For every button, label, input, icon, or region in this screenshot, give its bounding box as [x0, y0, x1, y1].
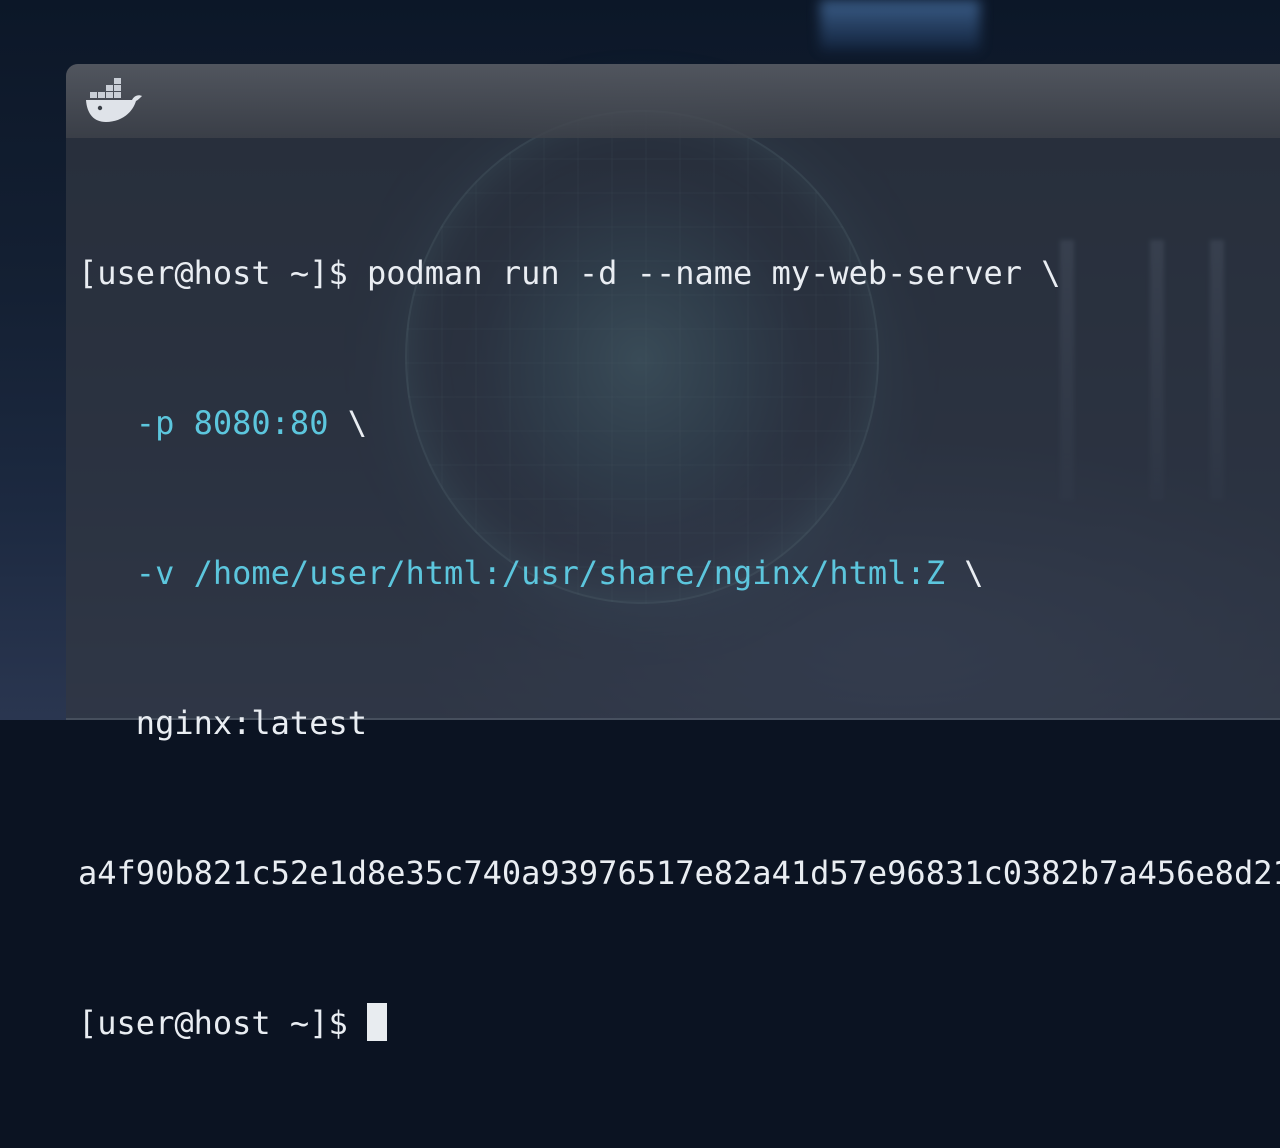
terminal-line: nginx:latest [78, 698, 1280, 748]
image-name: nginx:latest [135, 704, 367, 742]
line-continuation: \ [944, 554, 984, 592]
terminal-line: -p 8080:80 \ [78, 398, 1280, 448]
container-id-output: a4f90b821c52e1d8e35c740a93976517e82a41d5… [78, 854, 1280, 892]
command-option: -p 8080:80 [135, 404, 329, 442]
terminal-line[interactable]: [user@host ~]$ [78, 998, 1280, 1048]
terminal-output[interactable]: [user@host ~]$ podman run -d --name my-w… [78, 148, 1280, 1148]
docker-whale-icon [86, 78, 142, 122]
terminal-line: [user@host ~]$ podman run -d --name my-w… [78, 248, 1280, 298]
command-text: podman run -d --name my-web-server \ [366, 254, 1061, 292]
terminal-window[interactable]: [user@host ~]$ podman run -d --name my-w… [66, 64, 1280, 1042]
shell-prompt: [user@host ~]$ [78, 1004, 367, 1042]
terminal-titlebar[interactable] [66, 64, 1280, 138]
terminal-line: -v /home/user/html:/usr/share/nginx/html… [78, 548, 1280, 598]
shell-prompt: [user@host ~]$ [78, 254, 367, 292]
ceiling-light [820, 0, 980, 50]
command-option: -v /home/user/html:/usr/share/nginx/html… [135, 554, 945, 592]
line-continuation: \ [328, 404, 367, 442]
text-cursor[interactable] [366, 1003, 387, 1041]
